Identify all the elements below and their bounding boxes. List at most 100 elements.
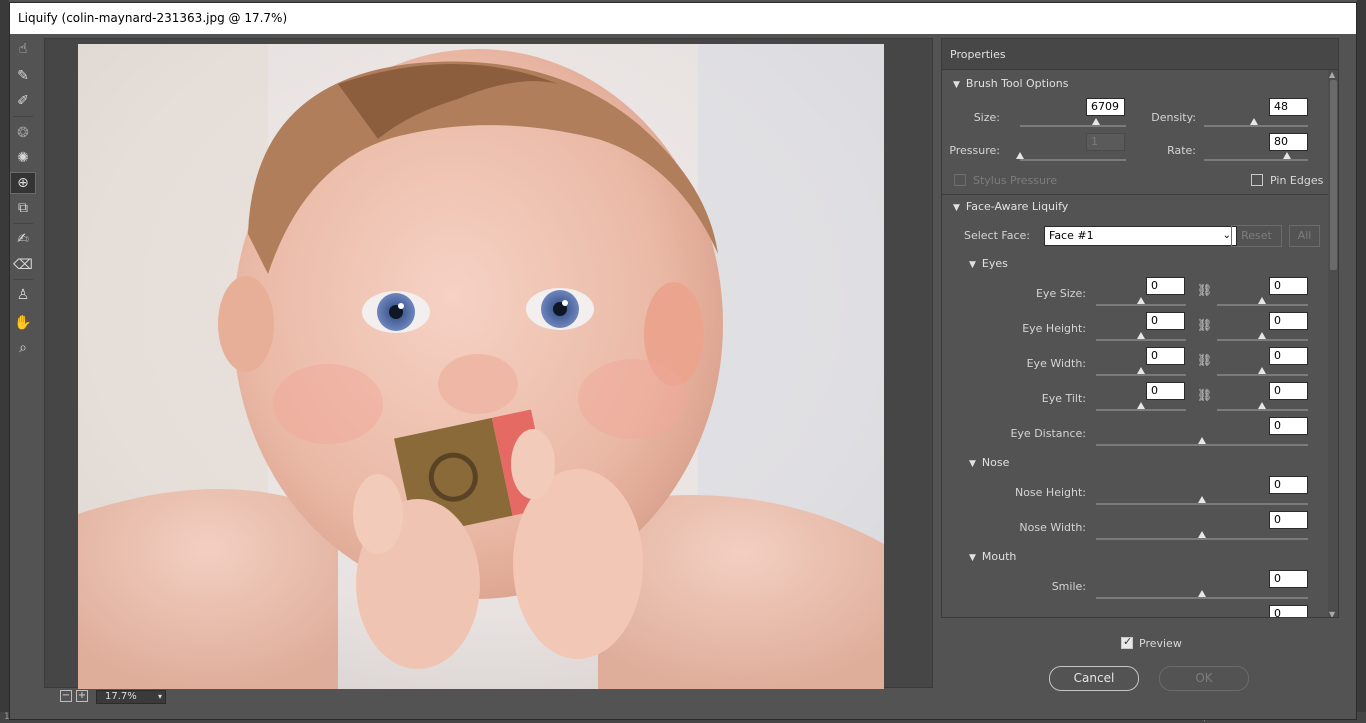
eye-tilt-left-track[interactable]: [1096, 409, 1186, 411]
reconstruct-tool-icon[interactable]: ✎: [10, 65, 36, 87]
eye-size-left-thumb[interactable]: [1137, 297, 1145, 304]
nose-height-thumb[interactable]: [1198, 496, 1206, 503]
mouth-header[interactable]: ▼ Mouth: [969, 550, 1016, 563]
pressure-slider-thumb[interactable]: [1016, 152, 1024, 159]
brush-heading-label: Brush Tool Options: [965, 77, 1069, 90]
eye-distance-input[interactable]: 0: [1269, 417, 1308, 435]
zoom-tool-icon[interactable]: ⌕: [10, 337, 36, 359]
preview-checkbox[interactable]: [1121, 635, 1133, 649]
triangle-down-icon: ▼: [969, 459, 976, 469]
link-icon[interactable]: ⛓: [1197, 283, 1212, 297]
pin-edges-label: Pin Edges: [1270, 174, 1324, 187]
density-slider-thumb[interactable]: [1249, 118, 1258, 125]
select-face-label: Select Face:: [963, 229, 1030, 242]
smile-track[interactable]: [1096, 597, 1308, 599]
rate-slider-thumb[interactable]: [1283, 152, 1292, 159]
smile-thumb[interactable]: [1198, 590, 1206, 597]
eye-height-left-track[interactable]: [1096, 339, 1186, 341]
eye-distance-thumb[interactable]: [1198, 437, 1206, 444]
background-app-left: [0, 0, 9, 723]
baby-photo: [78, 44, 884, 689]
eye-tilt-right-track[interactable]: [1217, 409, 1308, 411]
eye-size-left-track[interactable]: [1096, 304, 1186, 306]
eye-height-label: Eye Height:: [1022, 322, 1086, 335]
eyes-header[interactable]: ▼ Eyes: [969, 257, 1008, 270]
eye-tilt-right-thumb[interactable]: [1258, 402, 1266, 409]
scroll-down-icon[interactable]: ▼: [1329, 610, 1335, 617]
twirl-clockwise-tool-icon[interactable]: ❂: [10, 122, 36, 144]
eye-width-left-thumb[interactable]: [1137, 367, 1145, 374]
zoom-in-button[interactable]: +: [76, 690, 88, 702]
eye-tilt-left-thumb[interactable]: [1137, 402, 1145, 409]
density-slider-track[interactable]: [1204, 125, 1308, 127]
density-label: Density:: [1151, 111, 1196, 124]
eye-width-right-thumb[interactable]: [1258, 367, 1266, 374]
thaw-mask-tool-icon[interactable]: ⌫: [10, 254, 36, 276]
eye-height-left-thumb[interactable]: [1137, 332, 1145, 339]
pin-edges-checkbox[interactable]: [1251, 174, 1263, 186]
properties-body: ▼ Brush Tool Options Size: 6709 Density: …: [942, 70, 1328, 617]
rate-slider-track[interactable]: [1204, 159, 1308, 161]
density-input[interactable]: 48: [1269, 98, 1308, 116]
pressure-slider-track[interactable]: [1020, 159, 1126, 161]
eye-distance-track[interactable]: [1096, 444, 1308, 446]
eye-width-right-track[interactable]: [1217, 374, 1308, 376]
nose-width-thumb[interactable]: [1198, 531, 1206, 538]
link-icon[interactable]: ⛓: [1197, 353, 1212, 367]
preview-canvas[interactable]: [44, 38, 933, 689]
rate-label: Rate:: [1167, 144, 1196, 157]
face-tool-icon[interactable]: ♙: [10, 284, 36, 306]
eye-tilt-left-input[interactable]: 0: [1146, 382, 1185, 400]
size-slider-thumb[interactable]: [1092, 118, 1101, 125]
upper-lip-input[interactable]: 0: [1269, 605, 1308, 617]
bloat-tool-icon[interactable]: ⊕: [10, 172, 36, 194]
eye-width-left-input[interactable]: 0: [1146, 347, 1185, 365]
zoom-out-button[interactable]: −: [60, 690, 72, 702]
eye-width-right-input[interactable]: 0: [1269, 347, 1308, 365]
ok-button[interactable]: OK: [1159, 666, 1249, 691]
link-icon[interactable]: ⛓: [1197, 318, 1212, 332]
eye-width-left-track[interactable]: [1096, 374, 1186, 376]
pressure-input[interactable]: 1: [1086, 133, 1125, 151]
brush-tool-options-header[interactable]: ▼ Brush Tool Options: [953, 77, 1068, 90]
forward-warp-tool-icon[interactable]: ☝: [10, 38, 36, 60]
nose-width-input[interactable]: 0: [1269, 511, 1308, 529]
eye-height-right-thumb[interactable]: [1258, 332, 1266, 339]
all-button[interactable]: All: [1289, 225, 1320, 247]
eye-tilt-right-input[interactable]: 0: [1269, 382, 1308, 400]
eyes-heading-label: Eyes: [981, 257, 1008, 270]
eye-size-left-input[interactable]: 0: [1146, 277, 1185, 295]
nose-height-input[interactable]: 0: [1269, 476, 1308, 494]
size-input[interactable]: 6709: [1086, 98, 1125, 116]
face-aware-liquify-header[interactable]: ▼ Face-Aware Liquify: [953, 200, 1068, 213]
nose-header[interactable]: ▼ Nose: [969, 456, 1009, 469]
smile-input[interactable]: 0: [1269, 570, 1308, 588]
scroll-up-icon[interactable]: ▲: [1329, 70, 1335, 79]
hand-tool-icon[interactable]: ✋: [10, 312, 36, 334]
smooth-tool-icon[interactable]: ✐: [10, 90, 36, 112]
reset-button[interactable]: Reset: [1231, 225, 1282, 247]
select-face-dropdown[interactable]: Face #1 ⌄: [1044, 226, 1237, 246]
eye-size-right-track[interactable]: [1217, 304, 1308, 306]
link-icon[interactable]: ⛓: [1197, 388, 1212, 402]
stylus-pressure-checkbox[interactable]: [954, 174, 966, 186]
rate-input[interactable]: 80: [1269, 133, 1308, 151]
nose-height-track[interactable]: [1096, 503, 1308, 505]
pucker-tool-icon[interactable]: ✺: [10, 147, 36, 169]
eye-height-right-track[interactable]: [1217, 339, 1308, 341]
freeze-mask-tool-icon[interactable]: ✍: [10, 228, 36, 250]
push-left-tool-icon[interactable]: ⧉: [10, 197, 36, 219]
mouth-heading-label: Mouth: [981, 550, 1017, 563]
eye-size-right-input[interactable]: 0: [1269, 277, 1308, 295]
chevron-down-icon: ▾: [157, 692, 162, 701]
nose-width-track[interactable]: [1096, 538, 1308, 540]
eye-height-left-input[interactable]: 0: [1146, 312, 1185, 330]
scroll-thumb[interactable]: [1330, 80, 1337, 270]
chevron-down-icon: ⌄: [1222, 230, 1231, 241]
properties-scrollbar[interactable]: ▲ ▼: [1328, 70, 1338, 617]
size-slider-track[interactable]: [1020, 125, 1126, 127]
eye-height-right-input[interactable]: 0: [1269, 312, 1308, 330]
eye-size-right-thumb[interactable]: [1258, 297, 1266, 304]
cancel-button[interactable]: Cancel: [1049, 666, 1139, 691]
zoom-level-select[interactable]: 17.7% ▾: [96, 690, 166, 704]
